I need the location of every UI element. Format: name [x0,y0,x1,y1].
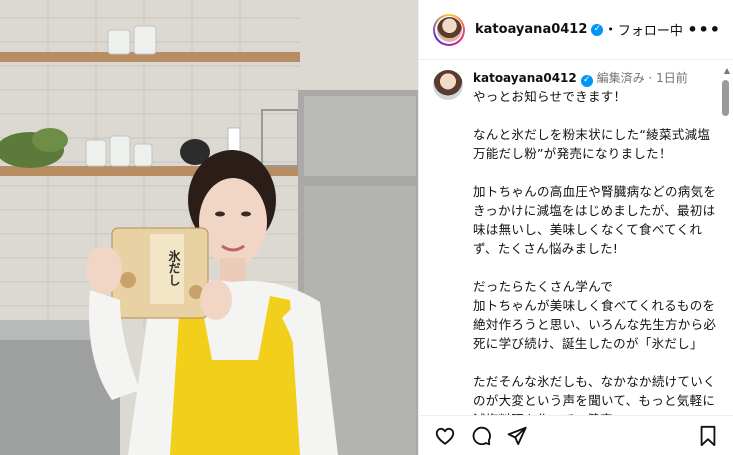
edited-label: 編集済み [596,71,645,85]
author-username[interactable]: katoayana0412 [475,22,587,37]
caption-username[interactable]: katoayana0412 [473,71,577,85]
post-photo[interactable]: 氷だし [0,0,418,455]
caption-area[interactable]: katoayana0412 ✓ 編集済み · 1日前 やっとお知らせできます！ な… [419,60,733,415]
caption-avatar[interactable] [433,70,463,100]
caption-meta: katoayana0412 ✓ 編集済み · 1日前 [473,70,718,87]
instagram-post-view: 氷だし katoayana0412 ✓ • フォロー中 ••• katoayan… [0,0,733,455]
heart-icon[interactable] [433,424,457,448]
bookmark-icon[interactable] [696,424,720,448]
scroll-up-arrow-icon[interactable]: ▲ [724,66,730,75]
post-header: katoayana0412 ✓ • フォロー中 ••• [419,0,733,60]
caption-text: やっとお知らせできます！ なんと氷だしを粉末状にした“綾菜式減塩 万能だし粉”が… [473,88,717,416]
comment-bubble-icon[interactable] [469,424,493,448]
avatar-image [436,17,462,42]
caption-time[interactable]: 1日前 [656,71,688,85]
header-separator: • [607,23,614,36]
caption-separator: · [648,71,653,85]
kitchen-photo-illustration [0,0,418,455]
product-label: 氷だし [167,250,181,286]
verified-badge-icon: ✓ [591,23,604,36]
follow-status-button[interactable]: フォロー中 [618,20,683,39]
caption-body: katoayana0412 ✓ 編集済み · 1日前 やっとお知らせできます！ な… [473,70,718,415]
action-bar [419,415,733,455]
author-avatar[interactable] [433,13,465,46]
paper-plane-icon[interactable] [505,424,529,448]
more-options-icon[interactable]: ••• [687,20,721,39]
caption-row: katoayana0412 ✓ 編集済み · 1日前 やっとお知らせできます！ な… [419,60,733,415]
post-side-panel: katoayana0412 ✓ • フォロー中 ••• katoayana041… [418,0,733,455]
verified-badge-icon: ✓ [580,74,593,87]
caption-scrollbar[interactable] [722,80,729,116]
